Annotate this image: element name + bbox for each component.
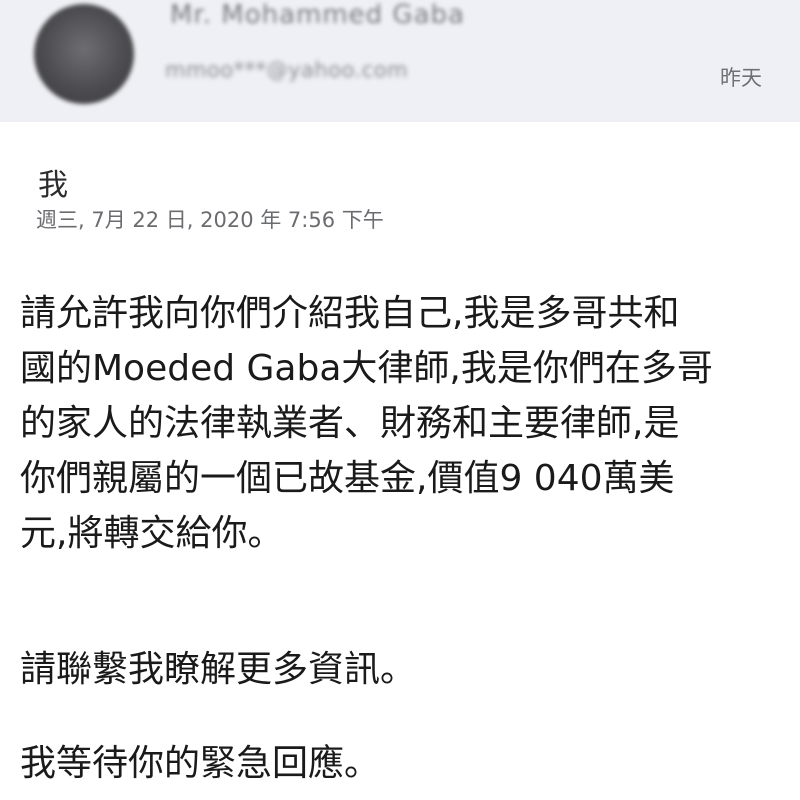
email-header: Mr. Mohammed Gaba mmoo***@yahoo.com 昨天 bbox=[0, 0, 800, 122]
sender-email[interactable]: mmoo***@yahoo.com bbox=[165, 58, 408, 82]
message-paragraph: 我等待你的緊急回應。 bbox=[20, 743, 381, 784]
received-date: 昨天 bbox=[720, 66, 762, 90]
sender-name[interactable]: Mr. Mohammed Gaba bbox=[170, 0, 465, 30]
sender-avatar[interactable] bbox=[34, 4, 134, 104]
message-timestamp: 週三, 7月 22 日, 2020 年 7:56 下午 bbox=[36, 208, 384, 232]
message-paragraph: 請聯繫我瞭解更多資訊。 bbox=[20, 649, 417, 690]
message-paragraph: 請允許我向你們介紹我自己,我是多哥共和 國的Moeded Gaba大律師,我是你… bbox=[20, 293, 713, 554]
recipient-name[interactable]: 我 bbox=[38, 160, 68, 204]
